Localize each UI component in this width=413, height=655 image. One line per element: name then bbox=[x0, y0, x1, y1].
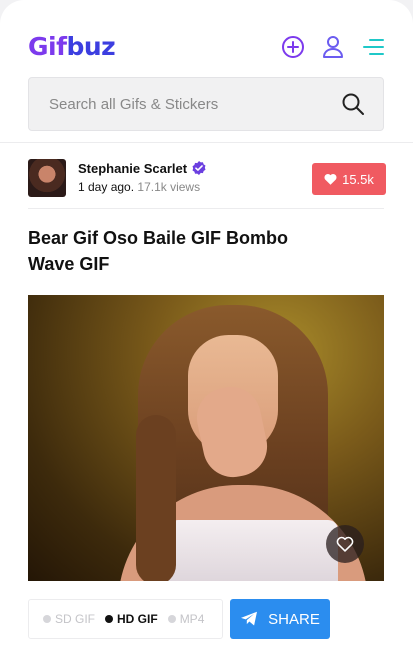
divider bbox=[0, 142, 413, 143]
radio-dot bbox=[43, 615, 51, 623]
format-label: SD GIF bbox=[55, 612, 96, 626]
post-time: 1 day ago. bbox=[78, 180, 135, 194]
search-icon[interactable] bbox=[341, 92, 365, 116]
user-icon[interactable] bbox=[320, 34, 346, 60]
heart-outline-icon bbox=[336, 536, 354, 552]
like-button[interactable]: 15.5k bbox=[312, 163, 386, 195]
page: Gifbuz Stephanie Scarlet 1 day ago. 17.1… bbox=[0, 0, 413, 655]
gif-title: Bear Gif Oso Baile GIF Bombo Wave GIF bbox=[28, 228, 289, 274]
send-icon bbox=[241, 611, 258, 626]
gifbuz-logo[interactable]: Gifbuz bbox=[28, 32, 116, 61]
search-input[interactable] bbox=[29, 78, 329, 130]
verified-badge-icon bbox=[192, 161, 206, 175]
format-label: MP4 bbox=[179, 612, 205, 626]
divider bbox=[28, 208, 384, 209]
search-bar bbox=[28, 77, 384, 131]
author-row: Stephanie Scarlet 1 day ago. 17.1k views… bbox=[28, 159, 386, 199]
like-count: 15.5k bbox=[342, 171, 374, 187]
header: Gifbuz bbox=[28, 32, 386, 64]
radio-dot bbox=[105, 615, 114, 623]
share-label: SHARE bbox=[268, 610, 320, 628]
gif-media[interactable] bbox=[28, 295, 384, 581]
add-circle-icon[interactable] bbox=[280, 34, 306, 60]
favorite-button[interactable] bbox=[326, 525, 364, 563]
author-name[interactable]: Stephanie Scarlet bbox=[78, 161, 187, 176]
gif-figure-hair-strand bbox=[136, 415, 176, 581]
logo-gif-text: Gif bbox=[28, 32, 67, 61]
format-option-mp4[interactable]: MP4 bbox=[167, 612, 205, 626]
format-option-sd[interactable]: SD GIF bbox=[43, 612, 95, 626]
format-selector: SD GIF HD GIF MP4 bbox=[28, 599, 223, 639]
header-actions bbox=[280, 34, 386, 60]
post-views: 17.1k views bbox=[137, 180, 201, 194]
format-option-hd[interactable]: HD GIF bbox=[105, 612, 158, 626]
radio-dot bbox=[167, 615, 176, 623]
logo-buz-text: buz bbox=[66, 32, 116, 61]
avatar[interactable] bbox=[28, 159, 66, 197]
share-button[interactable]: SHARE bbox=[230, 599, 330, 639]
menu-icon[interactable] bbox=[360, 34, 386, 60]
gif-figure-dress bbox=[168, 520, 338, 581]
format-label: HD GIF bbox=[117, 612, 158, 626]
post-meta: 1 day ago. 17.1k views bbox=[78, 180, 200, 194]
heart-icon bbox=[324, 173, 337, 185]
